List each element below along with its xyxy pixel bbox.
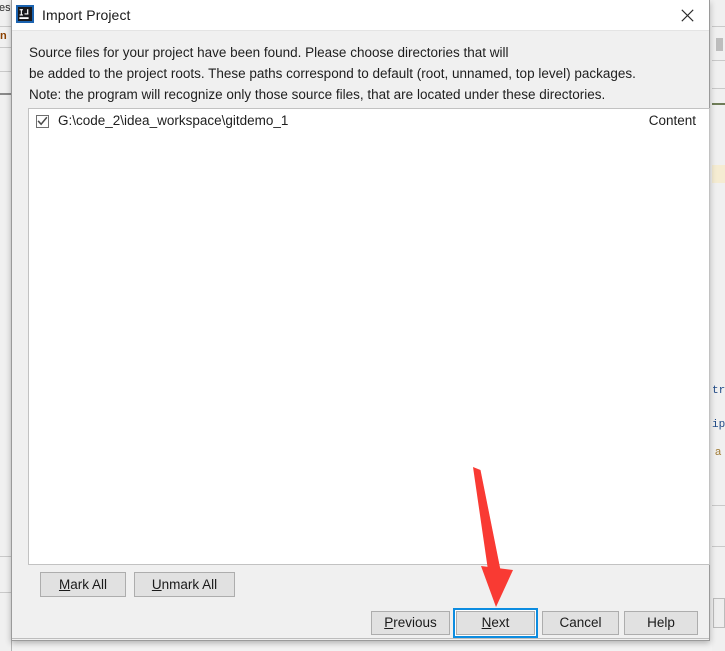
footer-separator bbox=[12, 638, 709, 639]
table-row[interactable]: G:\code_2\idea_workspace\gitdemo_1 Conte… bbox=[29, 109, 709, 133]
background-text-fragment: es bbox=[0, 2, 10, 14]
background-button bbox=[713, 598, 725, 628]
checkmark-glyph bbox=[37, 116, 48, 125]
cancel-button[interactable]: Cancel bbox=[542, 611, 619, 635]
help-label: Help bbox=[647, 615, 675, 630]
background-highlight bbox=[712, 165, 725, 183]
close-glyph bbox=[680, 8, 694, 22]
unmark-all-button[interactable]: Unmark All bbox=[134, 572, 235, 597]
background-text-fragment: a bbox=[715, 446, 722, 458]
mark-all-label: ark All bbox=[70, 576, 107, 592]
unmark-all-label: nmark All bbox=[161, 576, 218, 592]
background-divider bbox=[0, 93, 11, 95]
background-text-fragment: tr bbox=[712, 385, 725, 397]
background-divider bbox=[0, 556, 11, 557]
source-root-path: G:\code_2\idea_workspace\gitdemo_1 bbox=[58, 113, 289, 128]
dialog-description: Source files for your project have been … bbox=[29, 42, 689, 105]
background-divider bbox=[0, 26, 11, 27]
previous-mnemonic: P bbox=[384, 615, 394, 630]
background-divider bbox=[0, 71, 11, 72]
background-divider bbox=[712, 26, 725, 27]
dialog-title: Import Project bbox=[42, 7, 131, 23]
background-divider bbox=[712, 60, 725, 61]
close-icon[interactable] bbox=[665, 0, 709, 30]
previous-label: revious bbox=[393, 615, 437, 630]
description-line-2: be added to the project roots. These pat… bbox=[29, 66, 636, 81]
background-icon bbox=[716, 38, 723, 51]
unmark-all-mnemonic: U bbox=[151, 576, 162, 592]
background-divider bbox=[0, 592, 11, 593]
list-item[interactable]: G:\code_2\idea_workspace\gitdemo_1 Conte… bbox=[30, 110, 708, 132]
next-button-focus-ring: Next bbox=[453, 608, 538, 638]
mark-all-mnemonic: M bbox=[58, 576, 71, 592]
source-roots-list[interactable]: G:\code_2\idea_workspace\gitdemo_1 Conte… bbox=[28, 108, 710, 565]
description-line-3: Note: the program will recognize only th… bbox=[29, 87, 606, 102]
previous-button[interactable]: Previous bbox=[371, 611, 450, 635]
source-root-kind: Content bbox=[648, 113, 696, 128]
intellij-idea-icon bbox=[16, 5, 34, 23]
mark-all-button[interactable]: Mark All bbox=[40, 572, 126, 597]
import-project-dialog: Import Project Source files for your pro… bbox=[11, 0, 710, 641]
background-right-panel bbox=[712, 0, 725, 651]
dialog-titlebar: Import Project bbox=[12, 0, 709, 31]
background-divider bbox=[0, 47, 11, 48]
background-divider bbox=[712, 88, 725, 89]
background-text-fragment: n bbox=[0, 30, 7, 42]
background-divider bbox=[712, 505, 725, 506]
cancel-label: Cancel bbox=[559, 615, 602, 630]
next-mnemonic: N bbox=[481, 615, 492, 630]
next-label: ext bbox=[491, 615, 510, 630]
background-divider bbox=[712, 103, 725, 105]
checkbox-checked-icon[interactable] bbox=[36, 114, 49, 128]
next-button[interactable]: Next bbox=[456, 611, 535, 635]
background-text-fragment: ip bbox=[712, 419, 725, 431]
description-line-1: Source files for your project have been … bbox=[29, 45, 509, 60]
background-divider bbox=[712, 546, 725, 547]
help-button[interactable]: Help bbox=[624, 611, 698, 635]
